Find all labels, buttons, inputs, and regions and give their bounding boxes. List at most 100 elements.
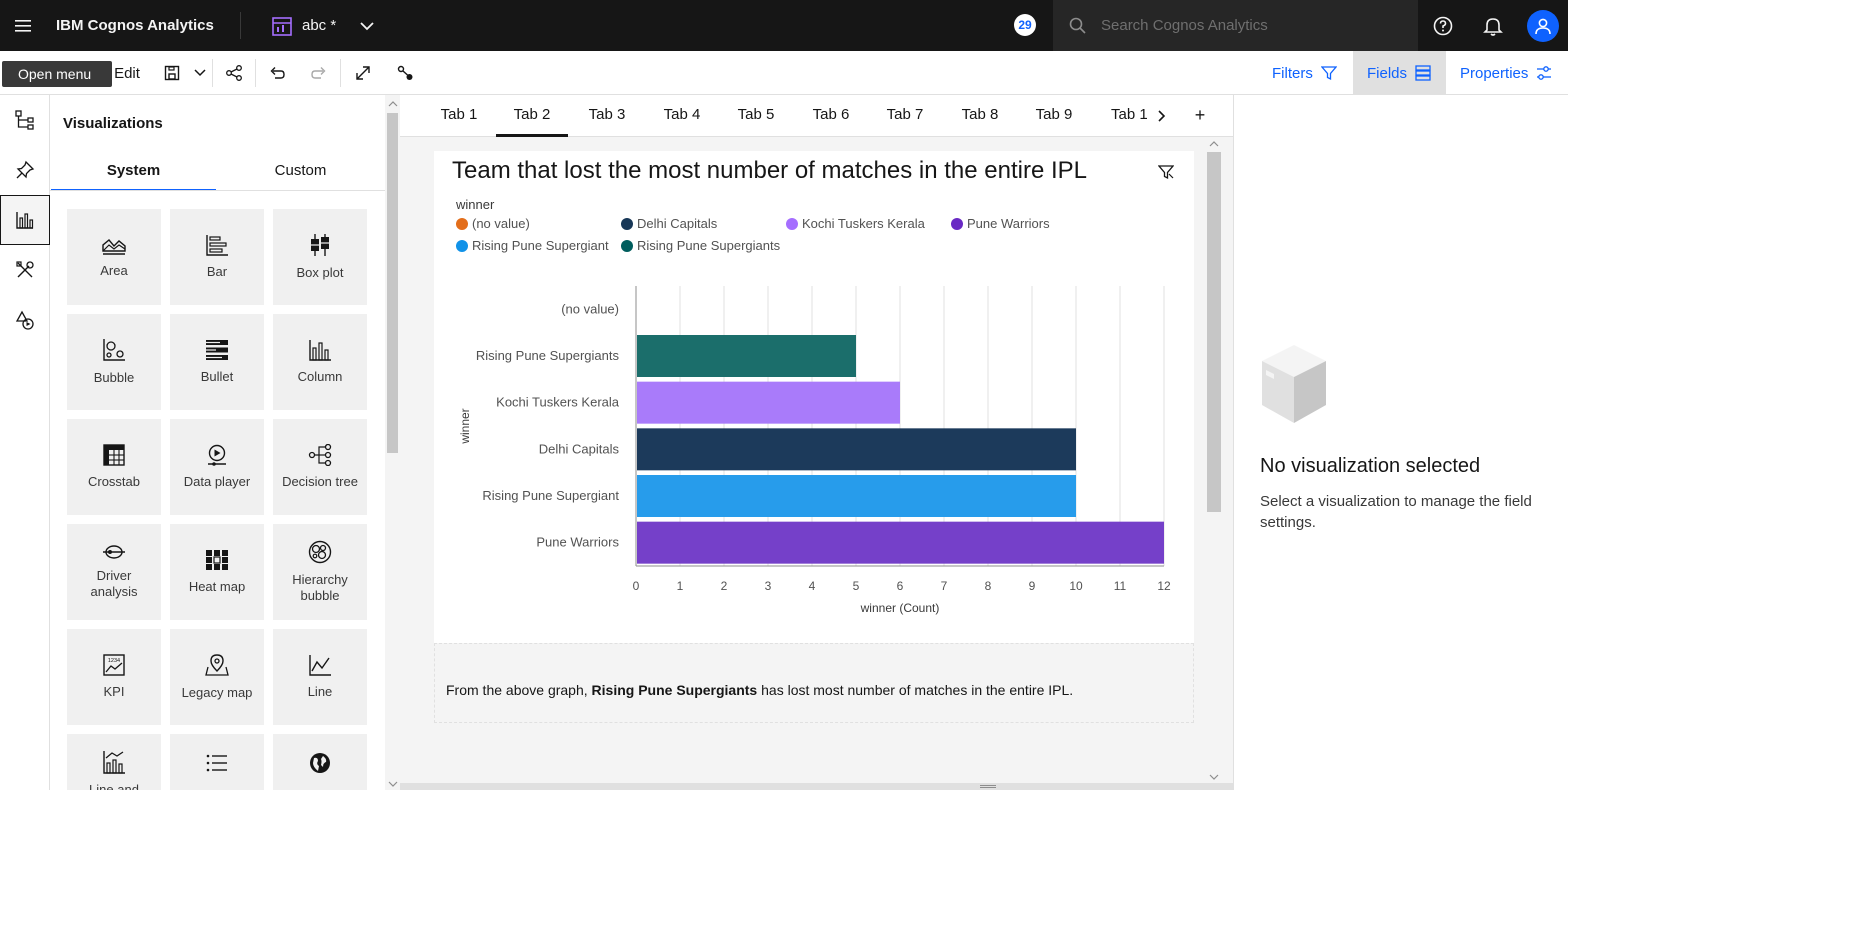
vis-tile-bubble[interactable]: Bubble xyxy=(67,314,161,410)
properties-button[interactable]: Properties xyxy=(1446,51,1566,95)
tab-9[interactable]: Tab 9 xyxy=(1029,95,1079,137)
vis-tile-legacy-map[interactable]: Legacy map xyxy=(170,629,264,725)
divider xyxy=(50,190,385,191)
bar[interactable] xyxy=(637,428,1076,471)
vis-tile-line-and-column[interactable]: Line and xyxy=(67,734,161,790)
tools-icon xyxy=(16,261,34,278)
line-and-column-icon xyxy=(103,751,125,774)
share-button[interactable] xyxy=(220,51,248,95)
app-brand: IBM Cognos Analytics xyxy=(56,17,214,34)
vis-tile-map[interactable] xyxy=(273,734,367,790)
bar[interactable] xyxy=(637,335,856,377)
vis-tile-box-plot[interactable]: Box plot xyxy=(273,209,367,305)
pin-icon xyxy=(16,160,35,179)
vis-tile-heat-map[interactable]: Heat map xyxy=(170,524,264,620)
undo-button[interactable] xyxy=(263,51,291,95)
canvas-scrollbar[interactable] xyxy=(1207,137,1221,790)
search-input[interactable] xyxy=(1101,17,1401,34)
bubble-chart-icon xyxy=(103,339,125,361)
text-widget[interactable]: From the above graph, Rising Pune Superg… xyxy=(434,643,1194,723)
dashboard-tabs: Tab 1 Tab 2 Tab 3 Tab 4 Tab 5 Tab 6 Tab … xyxy=(400,95,1233,137)
vis-tile-hierarchy-bubble[interactable]: Hierarchy bubble xyxy=(273,524,367,620)
relationships-button[interactable] xyxy=(391,51,419,95)
help-button[interactable] xyxy=(1418,0,1468,51)
tab-10[interactable]: Tab 1 xyxy=(1104,95,1150,137)
fields-button[interactable]: Fields xyxy=(1353,51,1446,95)
vis-tile-data-player[interactable]: Data player xyxy=(170,419,264,515)
bullet-chart-icon xyxy=(206,340,228,360)
shapes-button[interactable] xyxy=(0,295,50,345)
x-axis-title: winner (Count) xyxy=(860,601,940,615)
bar[interactable] xyxy=(637,475,1076,517)
vis-tile-list[interactable] xyxy=(170,734,264,790)
add-tab-button[interactable]: + xyxy=(1186,95,1214,137)
user-profile-button[interactable] xyxy=(1518,0,1568,51)
app-root: { "topbar": { "brand": "IBM Cognos Analy… xyxy=(0,0,1568,790)
scrollbar-thumb[interactable] xyxy=(1207,152,1221,512)
vis-tile-label: Legacy map xyxy=(181,685,253,700)
vis-tile-label: Data player xyxy=(183,474,251,489)
vis-tile-label: Column xyxy=(297,369,343,384)
tab-6[interactable]: Tab 6 xyxy=(806,95,856,137)
vis-tile-label: Heat map xyxy=(188,579,246,594)
tab-5[interactable]: Tab 5 xyxy=(731,95,781,137)
vis-tile-bar[interactable]: Bar xyxy=(170,209,264,305)
redo-button[interactable] xyxy=(305,51,333,95)
notification-count-badge[interactable]: 29 xyxy=(1014,14,1036,36)
resize-handle[interactable] xyxy=(980,785,996,788)
vis-tile-label: Area xyxy=(100,263,128,278)
vis-tile-label: Decision tree xyxy=(282,474,358,489)
tab-system[interactable]: System xyxy=(51,153,216,191)
pin-button[interactable] xyxy=(0,145,50,195)
redo-icon xyxy=(311,67,326,79)
vis-tile-line[interactable]: Line xyxy=(273,629,367,725)
bar[interactable] xyxy=(637,381,900,424)
vis-tile-label: Box plot xyxy=(296,265,344,280)
tab-1[interactable]: Tab 1 xyxy=(434,95,484,137)
vis-tile-crosstab[interactable]: Crosstab xyxy=(67,419,161,515)
box-plot-icon xyxy=(311,234,329,256)
divider xyxy=(240,12,241,39)
vis-tile-bullet[interactable]: Bullet xyxy=(170,314,264,410)
notifications-button[interactable] xyxy=(1468,0,1518,51)
visualizations-button[interactable] xyxy=(0,195,50,245)
vis-tile-label: Hierarchy bubble xyxy=(292,572,348,603)
tabs-scroll-right-button[interactable] xyxy=(1150,95,1174,137)
y-axis-title: winner xyxy=(458,408,472,444)
vis-tile-driver-analysis[interactable]: Driver analysis xyxy=(67,524,161,620)
save-options-button[interactable] xyxy=(190,51,210,95)
scroll-down-icon xyxy=(388,781,398,787)
tab-4[interactable]: Tab 4 xyxy=(657,95,707,137)
document-switcher[interactable]: abc * xyxy=(272,0,374,51)
tab-7[interactable]: Tab 7 xyxy=(880,95,930,137)
assets-button[interactable] xyxy=(0,245,50,295)
vis-tile-label: Bubble xyxy=(93,370,135,385)
tab-2[interactable]: Tab 2 xyxy=(496,95,568,137)
horizontal-resize-bar[interactable] xyxy=(400,783,1233,790)
filters-button[interactable]: Filters xyxy=(1258,51,1351,95)
tab-8[interactable]: Tab 8 xyxy=(955,95,1005,137)
filters-label: Filters xyxy=(1272,64,1313,82)
empty-state-description: Select a visualization to manage the fie… xyxy=(1260,493,1532,531)
save-button[interactable] xyxy=(158,51,186,95)
chevron-right-icon xyxy=(1158,110,1166,122)
hamburger-menu-button[interactable] xyxy=(0,0,46,51)
tab-3[interactable]: Tab 3 xyxy=(582,95,632,137)
dashboard-icon xyxy=(272,16,292,36)
y-tick-label: Kochi Tuskers Kerala xyxy=(496,395,620,410)
x-tick-label: 11 xyxy=(1114,579,1127,593)
vis-tile-column[interactable]: Column xyxy=(273,314,367,410)
tab-custom[interactable]: Custom xyxy=(218,153,383,191)
chart-widget[interactable]: Team that lost the most number of matche… xyxy=(434,151,1194,643)
vis-tile-label: Driver analysis xyxy=(90,568,138,599)
sliders-icon xyxy=(1537,66,1552,80)
vis-tile-kpi[interactable]: 1234 KPI xyxy=(67,629,161,725)
data-sources-button[interactable] xyxy=(0,95,50,145)
fullscreen-button[interactable] xyxy=(349,51,377,95)
panel-scrollbar[interactable] xyxy=(385,95,407,790)
vis-tile-decision-tree[interactable]: Decision tree xyxy=(273,419,367,515)
search-bar[interactable] xyxy=(1053,0,1418,51)
bar[interactable] xyxy=(637,521,1164,564)
scrollbar-thumb[interactable] xyxy=(387,113,398,453)
vis-tile-area[interactable]: Area xyxy=(67,209,161,305)
